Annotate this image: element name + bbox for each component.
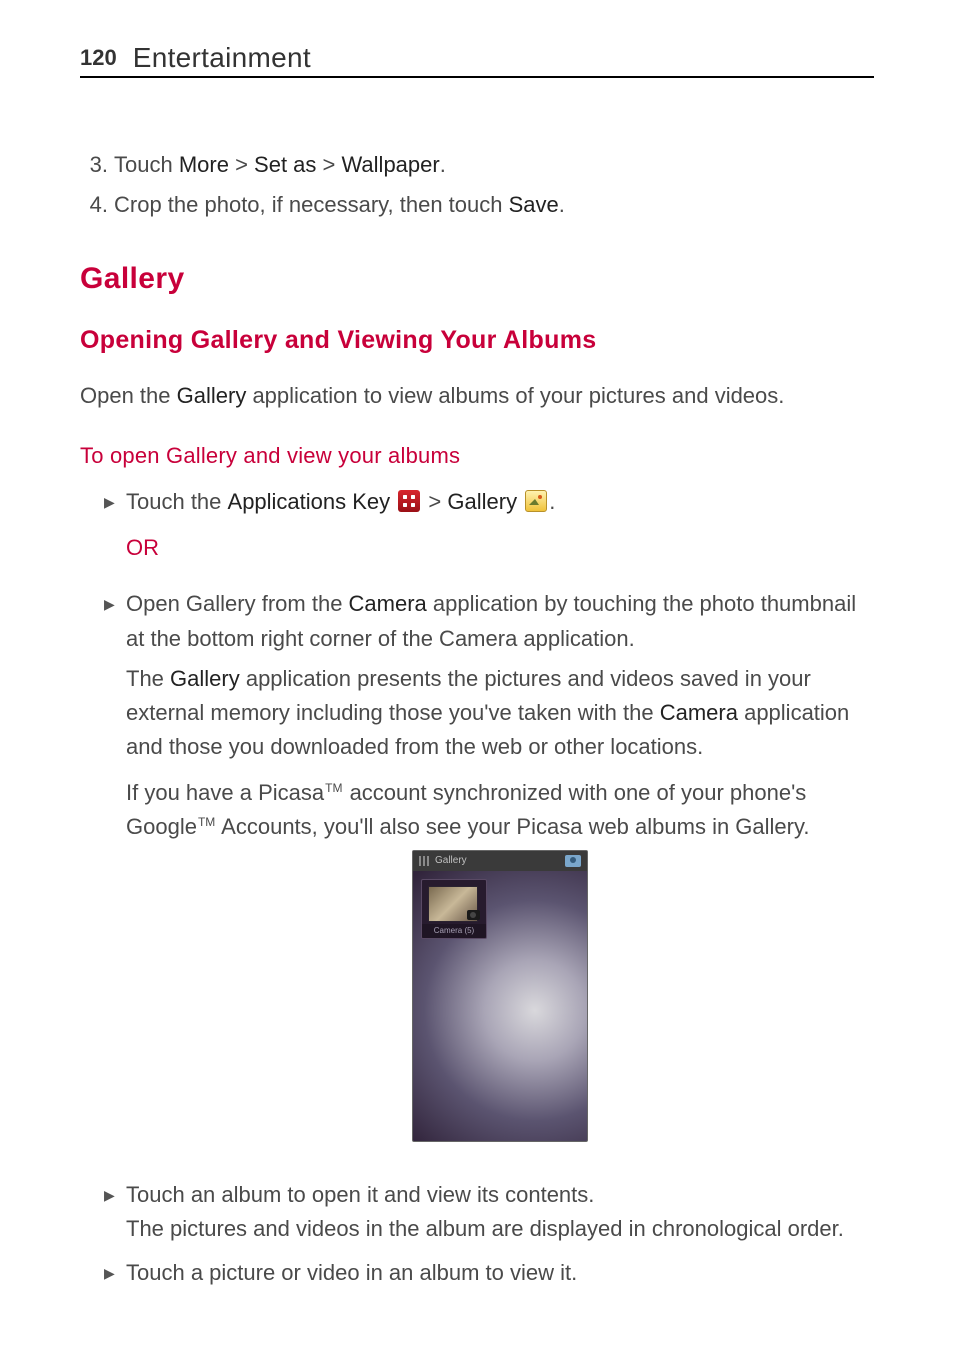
bullet-arrow-icon: ▶: [104, 485, 126, 583]
bold-term: Gallery: [177, 383, 247, 408]
camera-icon: [565, 855, 581, 867]
step-body: Touch More > Set as > Wallpaper.: [114, 148, 874, 182]
text-fragment: >: [316, 152, 341, 177]
text-fragment: If you have a Picasa: [126, 780, 324, 805]
trademark-mark: TM: [324, 781, 343, 795]
bullet-arrow-icon: ▶: [104, 1256, 126, 1290]
step-body: Crop the photo, if necessary, then touch…: [114, 188, 874, 222]
text-fragment: .: [549, 489, 555, 514]
list-item: ▶ Touch a picture or video in an album t…: [104, 1256, 874, 1290]
bold-term: Save: [509, 192, 559, 217]
bullet-arrow-icon: ▶: [104, 587, 126, 1168]
text-fragment: Open the: [80, 383, 177, 408]
page-header: 120 Entertainment: [80, 44, 874, 78]
paragraph: The Gallery application presents the pic…: [126, 662, 874, 764]
text-fragment: >: [229, 152, 254, 177]
list-item-body: Touch an album to open it and view its c…: [126, 1178, 874, 1246]
text-fragment: Crop the photo, if necessary, then touch: [114, 192, 509, 217]
step-number: 4.: [80, 188, 114, 222]
text-fragment: >: [428, 489, 447, 514]
bold-term: Applications Key: [228, 489, 391, 514]
text-fragment: Touch: [114, 152, 179, 177]
bullet-arrow-icon: ▶: [104, 1178, 126, 1246]
screenshot-album-thumbnail: Camera (5): [421, 879, 487, 939]
paragraph: Open Gallery from the Camera application…: [126, 587, 874, 655]
heading-tertiary: To open Gallery and view your albums: [80, 443, 874, 469]
screenshot-album-label: Camera (5): [422, 924, 486, 938]
page-number: 120: [80, 47, 117, 72]
text-line: The pictures and videos in the album are…: [126, 1212, 874, 1246]
list-item: ▶ Touch an album to open it and view its…: [104, 1178, 874, 1246]
text-fragment: .: [440, 152, 446, 177]
bullet-list: ▶ Touch the Applications Key > Gallery .…: [104, 485, 874, 1290]
bold-term: Camera: [349, 591, 427, 616]
text-fragment: .: [559, 192, 565, 217]
paragraph: If you have a PicasaTM account synchroni…: [126, 776, 874, 844]
list-item-body: Touch the Applications Key > Gallery . O…: [126, 485, 874, 583]
gallery-app-screenshot: Gallery Camera (5): [412, 850, 588, 1142]
list-item-body: Touch a picture or video in an album to …: [126, 1256, 874, 1290]
text-fragment: Accounts, you'll also see your Picasa we…: [216, 814, 809, 839]
step-3: 3. Touch More > Set as > Wallpaper.: [80, 148, 874, 182]
text-line: Touch an album to open it and view its c…: [126, 1178, 874, 1212]
bold-term: More: [179, 152, 229, 177]
text-fragment: Touch the: [126, 489, 228, 514]
heading-primary: Gallery: [80, 262, 874, 296]
text-fragment: application to view albums of your pictu…: [246, 383, 784, 408]
or-separator: OR: [126, 531, 874, 565]
bold-term: Set as: [254, 152, 316, 177]
menu-bars-icon: [419, 856, 431, 866]
embedded-screenshot-wrap: Gallery Camera (5): [126, 850, 874, 1142]
step-4: 4. Crop the photo, if necessary, then to…: [80, 188, 874, 222]
step-number: 3.: [80, 148, 114, 182]
trademark-mark: TM: [197, 815, 216, 829]
list-item: ▶ Open Gallery from the Camera applicati…: [104, 587, 874, 1168]
intro-paragraph: Open the Gallery application to view alb…: [80, 379, 874, 413]
text-fragment: Open Gallery from the: [126, 591, 349, 616]
album-camera-icon: [467, 910, 480, 920]
screenshot-topbar-title: Gallery: [435, 853, 467, 869]
list-item-body: Open Gallery from the Camera application…: [126, 587, 874, 1168]
numbered-steps: 3. Touch More > Set as > Wallpaper. 4. C…: [80, 148, 874, 222]
bold-term: Camera: [660, 700, 738, 725]
list-item: ▶ Touch the Applications Key > Gallery .…: [104, 485, 874, 583]
text-fragment: The: [126, 666, 170, 691]
applications-key-icon: [398, 490, 420, 512]
bold-term: Gallery: [447, 489, 517, 514]
bold-term: Wallpaper: [341, 152, 439, 177]
bold-term: Gallery: [170, 666, 240, 691]
document-page: 120 Entertainment 3. Touch More > Set as…: [0, 0, 954, 1354]
gallery-icon: [525, 490, 547, 512]
heading-secondary: Opening Gallery and Viewing Your Albums: [80, 326, 874, 355]
section-title: Entertainment: [133, 44, 311, 72]
screenshot-topbar: Gallery: [413, 851, 587, 871]
